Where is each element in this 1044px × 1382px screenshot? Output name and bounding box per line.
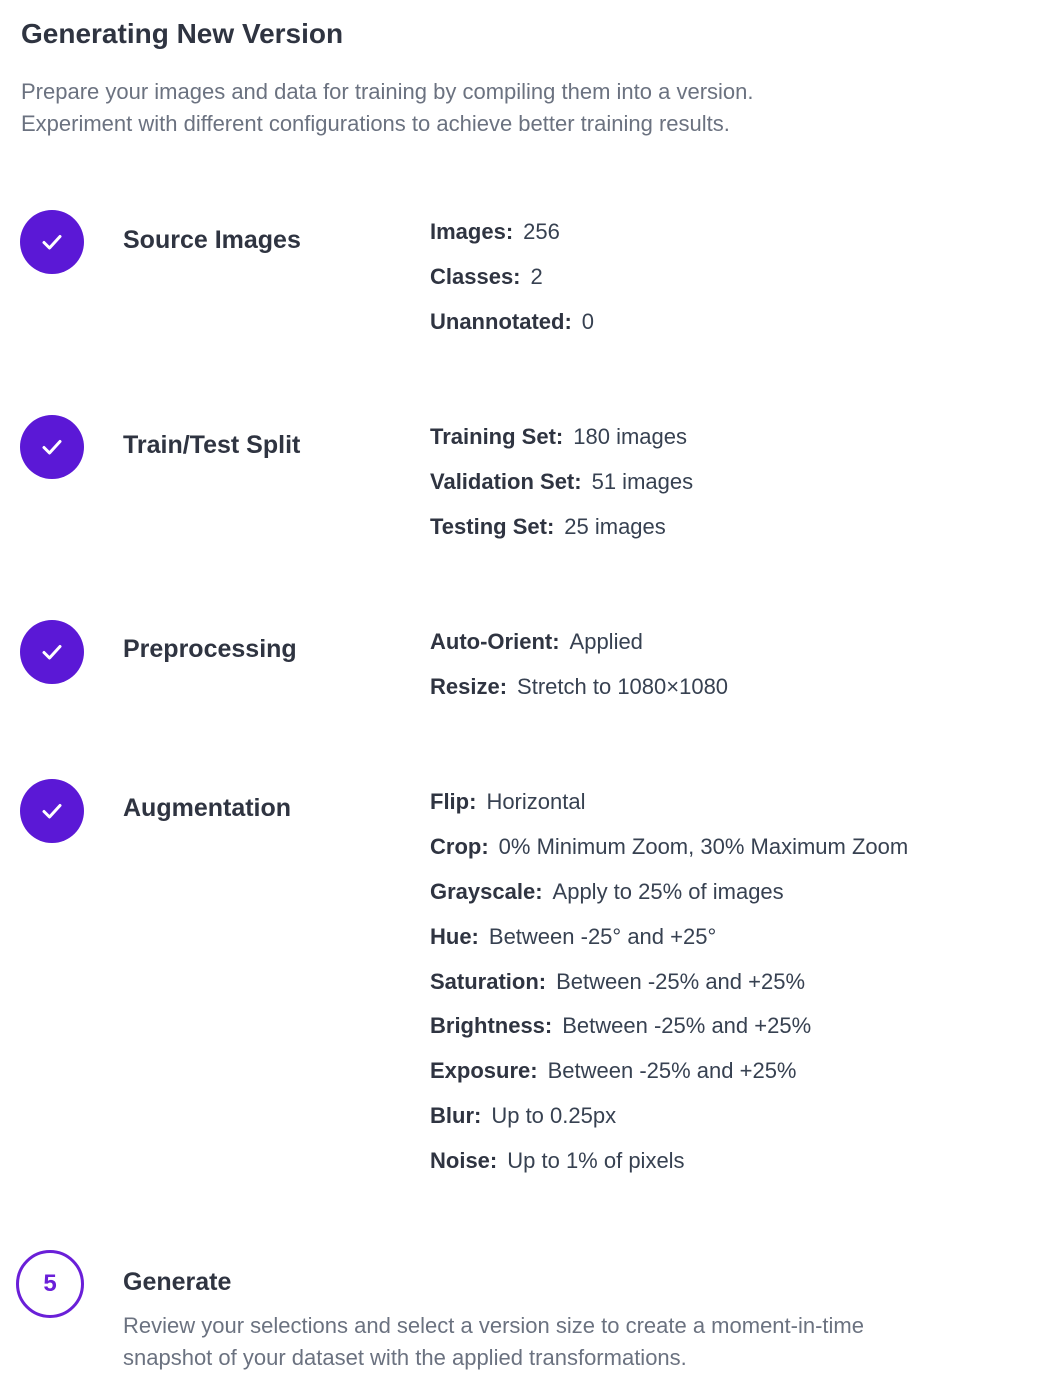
detail-label: Noise:: [430, 1148, 498, 1174]
detail-label: Resize:: [430, 673, 508, 699]
generate-description-line: Review your selections and select a vers…: [123, 1313, 864, 1338]
detail-label: Unannotated:: [430, 308, 572, 334]
step-complete-badge: [20, 210, 84, 274]
detail-value: Up to 0.25px: [491, 1103, 617, 1129]
detail-value: Between -25% and +25%: [556, 968, 806, 994]
detail-value: 2: [530, 263, 543, 289]
detail-testing-set: Testing Set: 25 images: [430, 512, 693, 557]
detail-brightness: Brightness: Between -25% and +25%: [430, 1011, 908, 1056]
step-details: Images: 256 Classes: 2 Unannotated: 0: [430, 217, 594, 352]
detail-classes: Classes: 2: [430, 262, 594, 307]
detail-value: 51 images: [591, 468, 694, 494]
detail-blur: Blur: Up to 0.25px: [430, 1101, 908, 1146]
detail-value: Between -25° and +25°: [488, 923, 717, 949]
checkmark-icon: [42, 440, 62, 455]
step-title: Source Images: [123, 226, 301, 254]
detail-label: Validation Set:: [430, 468, 582, 494]
generate-description: Review your selections and select a vers…: [123, 1310, 1003, 1374]
detail-label: Testing Set:: [430, 513, 555, 539]
step-details: Auto-Orient: Applied Resize: Stretch to 10…: [430, 627, 728, 717]
detail-value: Between -25% and +25%: [547, 1058, 797, 1084]
detail-value: 256: [523, 219, 560, 244]
detail-label: Images:: [430, 219, 514, 244]
detail-value: Applied: [569, 629, 643, 654]
detail-label: Classes:: [430, 263, 521, 289]
checkmark-icon: [42, 235, 62, 250]
detail-value: Stretch to 1080×1080: [517, 673, 729, 699]
intro-line: Experiment with different configurations…: [21, 111, 730, 136]
detail-label: Exposure:: [430, 1058, 538, 1084]
detail-validation-set: Validation Set: 51 images: [430, 467, 693, 512]
detail-hue: Hue: Between -25° and +25°: [430, 922, 908, 967]
detail-crop: Crop: 0% Minimum Zoom, 30% Maximum Zoom: [430, 832, 908, 877]
checkmark-icon: [42, 645, 62, 660]
detail-value: 180 images: [573, 424, 687, 449]
detail-label: Blur:: [430, 1103, 482, 1129]
detail-resize: Resize: Stretch to 1080×1080: [430, 672, 728, 717]
detail-grayscale: Grayscale: Apply to 25% of images: [430, 877, 908, 922]
detail-label: Brightness:: [430, 1013, 553, 1039]
step-complete-badge: [20, 779, 84, 843]
detail-label: Crop:: [430, 833, 489, 859]
detail-value: Horizontal: [486, 789, 586, 814]
detail-value: Up to 1% of pixels: [507, 1148, 685, 1174]
detail-training-set: Training Set: 180 images: [430, 422, 693, 467]
step-complete-badge: [20, 620, 84, 684]
checkmark-icon: [42, 804, 62, 819]
detail-value: 0% Minimum Zoom, 30% Maximum Zoom: [498, 833, 909, 859]
detail-saturation: Saturation: Between -25% and +25%: [430, 967, 908, 1012]
detail-label: Hue:: [430, 923, 479, 949]
step-details: Flip: Horizontal Crop: 0% Minimum Zoom, 30…: [430, 787, 908, 1191]
detail-images: Images: 256: [430, 217, 594, 262]
detail-value: 25 images: [564, 513, 666, 539]
detail-unannotated: Unannotated: 0: [430, 307, 594, 352]
step-number-badge: 5: [16, 1250, 84, 1318]
step-complete-badge: [20, 415, 84, 479]
generate-description-line: snapshot of your dataset with the applie…: [123, 1345, 687, 1370]
detail-flip: Flip: Horizontal: [430, 787, 908, 832]
detail-exposure: Exposure: Between -25% and +25%: [430, 1056, 908, 1101]
detail-noise: Noise: Up to 1% of pixels: [430, 1146, 908, 1191]
detail-value: Apply to 25% of images: [552, 878, 784, 904]
page-intro: Prepare your images and data for trainin…: [21, 76, 1001, 140]
detail-value: Between -25% and +25%: [562, 1013, 812, 1039]
detail-label: Saturation:: [430, 968, 547, 994]
step-number: 5: [43, 1270, 57, 1297]
detail-label: Auto-Orient:: [430, 629, 560, 654]
detail-label: Flip:: [430, 789, 477, 814]
step-details: Training Set: 180 images Validation Set: 5…: [430, 422, 693, 557]
step-title: Generate: [123, 1268, 232, 1296]
step-title: Augmentation: [123, 794, 292, 822]
detail-label: Grayscale:: [430, 878, 543, 904]
detail-value: 0: [581, 308, 595, 334]
intro-line: Prepare your images and data for trainin…: [21, 79, 754, 104]
page-title: Generating New Version: [21, 18, 344, 49]
step-title: Preprocessing: [123, 635, 297, 663]
step-title: Train/Test Split: [123, 431, 301, 459]
detail-label: Training Set:: [430, 424, 564, 449]
detail-auto-orient: Auto-Orient: Applied: [430, 627, 728, 672]
